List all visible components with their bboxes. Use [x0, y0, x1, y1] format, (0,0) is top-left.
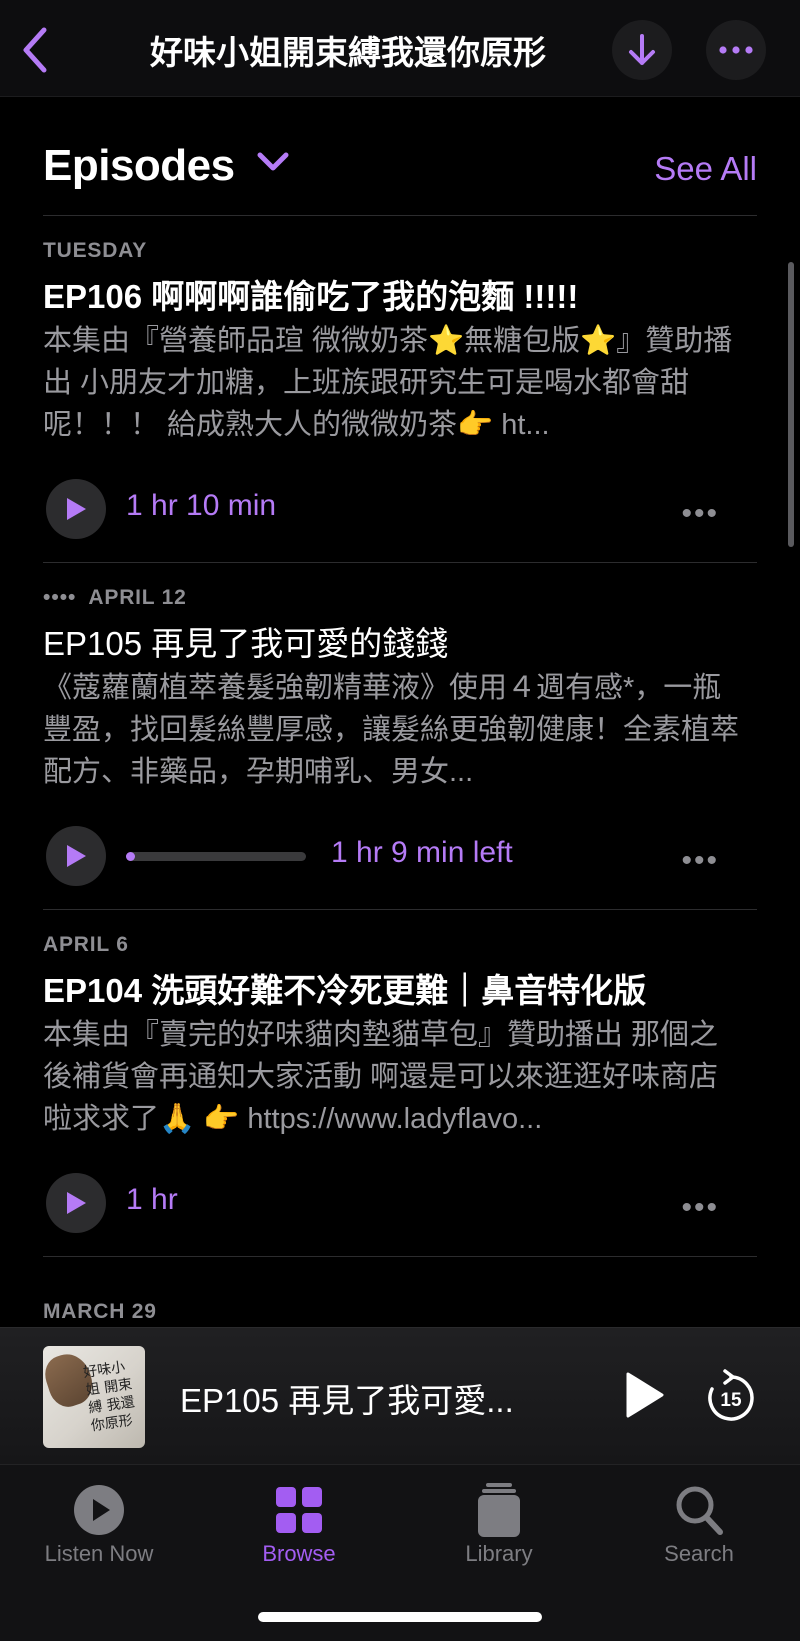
episode-date: TUESDAY: [43, 239, 148, 262]
play-icon: [626, 1372, 664, 1418]
episode-duration: 1 hr 10 min: [126, 489, 277, 522]
episode-play-button[interactable]: [46, 1173, 106, 1233]
chevron-left-icon: [23, 27, 47, 73]
tab-label: Listen Now: [44, 1541, 154, 1566]
tab-search[interactable]: Search: [609, 1479, 789, 1579]
episode-title[interactable]: EP104 洗頭好難不冷死更難｜鼻音特化版: [43, 964, 757, 1012]
magnifier-icon: [676, 1486, 723, 1535]
play-circle-icon: [74, 1485, 124, 1535]
episode-duration: 1 hr: [126, 1183, 178, 1216]
episode-description: 本集由『賣完的好味貓肉墊貓草包』贊助播出 那個之後補貨會再通知大家活動 啊還是可…: [43, 1019, 719, 1135]
episode-progress-bar: [126, 852, 306, 861]
tab-label: Search: [664, 1541, 734, 1566]
nav-bar: 好味小姐開束縛我還你原形: [0, 0, 800, 97]
tab-listen-now[interactable]: Listen Now: [9, 1479, 189, 1579]
svg-text:15: 15: [720, 1390, 742, 1411]
ellipsis-icon: [719, 46, 753, 54]
now-playing-title[interactable]: EP105 再見了我可愛...: [180, 1374, 550, 1422]
podcast-title: 好味小姐開束縛我還你原形: [150, 34, 546, 71]
grid-icon: [276, 1487, 322, 1533]
tab-library[interactable]: Library: [409, 1479, 589, 1579]
chevron-down-icon[interactable]: [256, 150, 290, 174]
episode-time-left: 1 hr 9 min left: [331, 836, 513, 869]
episode-item[interactable]: TUESDAY EP106 啊啊啊誰偷吃了我的泡麵 !!!!! 本集由『營養師品…: [43, 217, 757, 563]
episode-play-button[interactable]: [46, 826, 106, 886]
episode-progress-fill: [126, 852, 135, 861]
mini-player[interactable]: 好味小姐 開束縛 我還你原形 EP105 再見了我可愛... 15: [0, 1327, 800, 1464]
see-all-link[interactable]: See All: [654, 150, 757, 188]
skip-forward-button[interactable]: 15: [704, 1368, 758, 1424]
episode-date: •••• APRIL 12: [43, 586, 187, 609]
episode-date: MARCH 29: [43, 1300, 157, 1323]
episode-more-button[interactable]: •••: [681, 497, 719, 531]
episode-title[interactable]: EP106 啊啊啊誰偷吃了我的泡麵 !!!!!: [43, 270, 757, 318]
stack-icon: [478, 1483, 520, 1537]
mini-play-button[interactable]: [622, 1370, 666, 1425]
episode-play-button[interactable]: [46, 479, 106, 539]
skip-forward-15-icon: 15: [708, 1369, 754, 1421]
episodes-title[interactable]: Episodes: [43, 141, 235, 191]
artwork-lettering: 好味小姐 開束縛 我還你原形: [82, 1359, 136, 1435]
played-status-dots: ••••: [43, 586, 77, 609]
play-icon: [67, 845, 86, 867]
episode-description: 本集由『營養師品瑄 微微奶茶⭐無糖包版⭐』贊助播出 小朋友才加糖，上班族跟研究生…: [43, 325, 733, 441]
tab-browse[interactable]: Browse: [209, 1479, 389, 1579]
episode-item[interactable]: APRIL 6 EP104 洗頭好難不冷死更難｜鼻音特化版 本集由『賣完的好味貓…: [43, 911, 757, 1257]
play-icon: [67, 1192, 86, 1214]
more-options-button[interactable]: [706, 20, 766, 80]
episodes-header: Episodes See All: [43, 138, 757, 216]
tab-label: Browse: [262, 1541, 336, 1566]
episode-date: APRIL 6: [43, 933, 129, 956]
download-arrow-icon: [629, 34, 655, 65]
download-button[interactable]: [612, 20, 672, 80]
back-button[interactable]: [14, 22, 60, 78]
home-indicator: [258, 1612, 542, 1622]
episode-title[interactable]: EP105 再見了我可愛的錢錢: [43, 617, 757, 665]
episode-more-button[interactable]: •••: [681, 844, 719, 878]
episode-item[interactable]: •••• APRIL 12 EP105 再見了我可愛的錢錢 《蔻蘿蘭植萃養髮強韌…: [43, 564, 757, 910]
scrollbar[interactable]: [788, 262, 794, 547]
podcast-artwork[interactable]: 好味小姐 開束縛 我還你原形: [43, 1346, 145, 1448]
play-icon: [67, 498, 86, 520]
tab-label: Library: [465, 1541, 533, 1566]
episode-description: 《蔻蘿蘭植萃養髮強韌精華液》使用４週有感*，一瓶豐盈，找回髮絲豐厚感，讓髮絲更強…: [43, 672, 740, 788]
episode-more-button[interactable]: •••: [681, 1191, 719, 1225]
